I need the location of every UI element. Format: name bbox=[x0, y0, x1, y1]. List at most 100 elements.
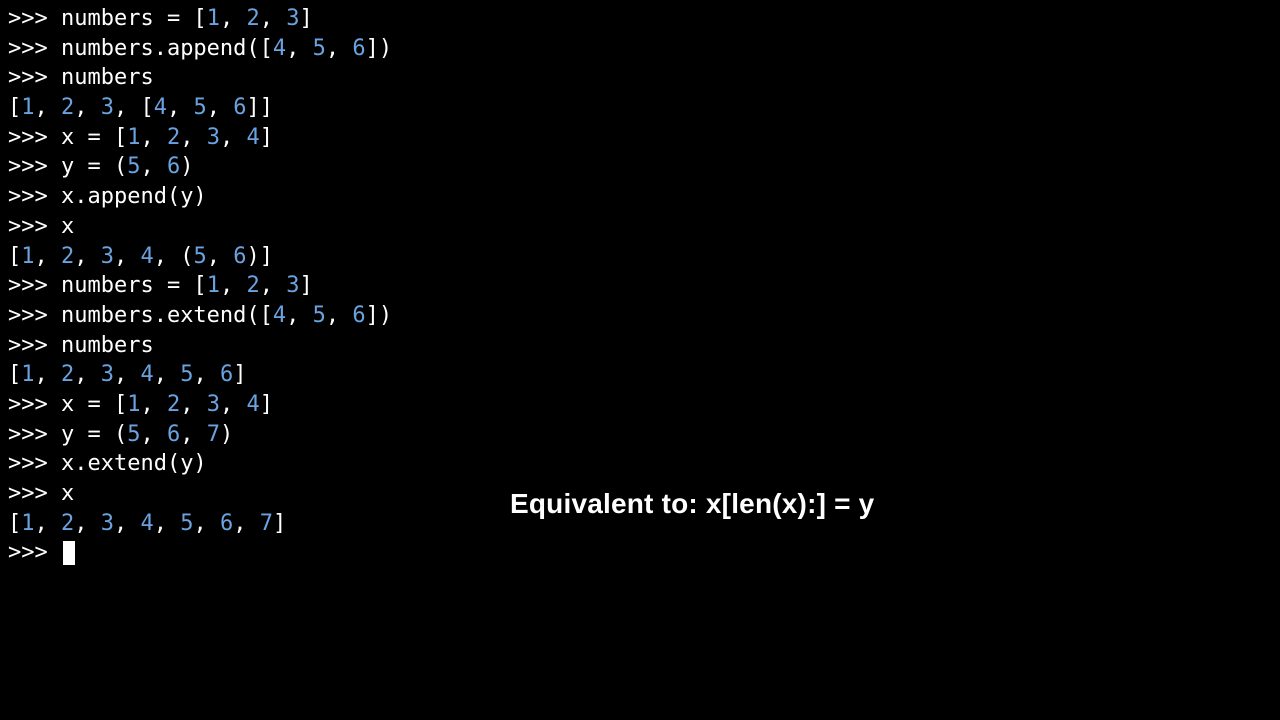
number-literal: 5 bbox=[180, 362, 193, 387]
number-literal: 5 bbox=[127, 154, 140, 179]
repl-prompt: >>> bbox=[8, 125, 61, 150]
repl-output: [1, 2, 3, [4, 5, 6]] bbox=[8, 95, 273, 120]
number-literal: 1 bbox=[21, 244, 34, 269]
number-literal: 1 bbox=[21, 95, 34, 120]
number-literal: 4 bbox=[141, 244, 154, 269]
repl-output: [1, 2, 3, 4, (5, 6)] bbox=[8, 244, 273, 269]
repl-prompt: >>> bbox=[8, 303, 61, 328]
repl-input-line: >>> numbers = [1, 2, 3] bbox=[8, 271, 1272, 301]
repl-input-line: >>> x.extend(y) bbox=[8, 449, 1272, 479]
repl-prompt: >>> bbox=[8, 481, 61, 506]
number-literal: 3 bbox=[286, 273, 299, 298]
repl-code: numbers.append([4, 5, 6]) bbox=[61, 36, 392, 61]
repl-code: numbers.extend([4, 5, 6]) bbox=[61, 303, 392, 328]
number-literal: 4 bbox=[273, 36, 286, 61]
number-literal: 1 bbox=[207, 6, 220, 31]
number-literal: 1 bbox=[21, 362, 34, 387]
repl-output: [1, 2, 3, 4, 5, 6, 7] bbox=[8, 511, 286, 536]
repl-prompt: >>> bbox=[8, 154, 61, 179]
repl-output-line: [1, 2, 3, 4, 5, 6] bbox=[8, 360, 1272, 390]
number-literal: 6 bbox=[233, 244, 246, 269]
repl-code: x = [1, 2, 3, 4] bbox=[61, 392, 273, 417]
number-literal: 6 bbox=[220, 511, 233, 536]
number-literal: 6 bbox=[220, 362, 233, 387]
repl-code: y = (5, 6) bbox=[61, 154, 193, 179]
cursor bbox=[63, 541, 75, 565]
repl-input-line: >>> x = [1, 2, 3, 4] bbox=[8, 123, 1272, 153]
number-literal: 2 bbox=[246, 273, 259, 298]
number-literal: 6 bbox=[167, 154, 180, 179]
repl-output-line: [1, 2, 3, [4, 5, 6]] bbox=[8, 93, 1272, 123]
number-literal: 3 bbox=[207, 392, 220, 417]
repl-input-line: >>> bbox=[8, 538, 1272, 568]
repl-prompt: >>> bbox=[8, 422, 61, 447]
repl-code: x.extend(y) bbox=[61, 451, 207, 476]
repl-code: x bbox=[61, 214, 74, 239]
number-literal: 1 bbox=[127, 125, 140, 150]
number-literal: 5 bbox=[313, 303, 326, 328]
repl-code: x bbox=[61, 481, 74, 506]
number-literal: 2 bbox=[61, 511, 74, 536]
repl-prompt: >>> bbox=[8, 65, 61, 90]
number-literal: 2 bbox=[167, 125, 180, 150]
repl-code: y = (5, 6, 7) bbox=[61, 422, 233, 447]
repl-prompt: >>> bbox=[8, 451, 61, 476]
number-literal: 7 bbox=[260, 511, 273, 536]
repl-prompt: >>> bbox=[8, 540, 61, 565]
repl-input-line: >>> x = [1, 2, 3, 4] bbox=[8, 390, 1272, 420]
number-literal: 4 bbox=[246, 392, 259, 417]
number-literal: 5 bbox=[127, 422, 140, 447]
number-literal: 5 bbox=[194, 244, 207, 269]
repl-prompt: >>> bbox=[8, 214, 61, 239]
repl-code: numbers = [1, 2, 3] bbox=[61, 273, 313, 298]
number-literal: 5 bbox=[313, 36, 326, 61]
number-literal: 4 bbox=[141, 511, 154, 536]
repl-input-line: >>> numbers bbox=[8, 63, 1272, 93]
number-literal: 1 bbox=[21, 511, 34, 536]
repl-prompt: >>> bbox=[8, 333, 61, 358]
number-literal: 3 bbox=[101, 362, 114, 387]
repl-prompt: >>> bbox=[8, 36, 61, 61]
annotation-text: Equivalent to: x[len(x):] = y bbox=[510, 485, 874, 523]
repl-input-line: >>> numbers.extend([4, 5, 6]) bbox=[8, 301, 1272, 331]
number-literal: 5 bbox=[180, 511, 193, 536]
number-literal: 1 bbox=[127, 392, 140, 417]
number-literal: 7 bbox=[207, 422, 220, 447]
number-literal: 4 bbox=[141, 362, 154, 387]
repl-input-line: >>> numbers bbox=[8, 331, 1272, 361]
number-literal: 2 bbox=[61, 95, 74, 120]
repl-input-line: >>> numbers = [1, 2, 3] bbox=[8, 4, 1272, 34]
repl-code: numbers bbox=[61, 333, 154, 358]
repl-input-line: >>> y = (5, 6) bbox=[8, 152, 1272, 182]
number-literal: 6 bbox=[233, 95, 246, 120]
number-literal: 3 bbox=[101, 511, 114, 536]
repl-input-line: >>> x bbox=[8, 212, 1272, 242]
number-literal: 3 bbox=[286, 6, 299, 31]
repl-input-line: >>> y = (5, 6, 7) bbox=[8, 420, 1272, 450]
repl-input-line: >>> numbers.append([4, 5, 6]) bbox=[8, 34, 1272, 64]
repl-code: numbers bbox=[61, 65, 154, 90]
repl-prompt: >>> bbox=[8, 273, 61, 298]
number-literal: 6 bbox=[352, 303, 365, 328]
number-literal: 3 bbox=[101, 244, 114, 269]
number-literal: 2 bbox=[61, 362, 74, 387]
number-literal: 4 bbox=[154, 95, 167, 120]
number-literal: 4 bbox=[246, 125, 259, 150]
number-literal: 6 bbox=[167, 422, 180, 447]
number-literal: 3 bbox=[207, 125, 220, 150]
repl-prompt: >>> bbox=[8, 184, 61, 209]
number-literal: 1 bbox=[207, 273, 220, 298]
repl-code: x = [1, 2, 3, 4] bbox=[61, 125, 273, 150]
number-literal: 3 bbox=[101, 95, 114, 120]
repl-output: [1, 2, 3, 4, 5, 6] bbox=[8, 362, 247, 387]
repl-input-line: >>> x.append(y) bbox=[8, 182, 1272, 212]
number-literal: 2 bbox=[167, 392, 180, 417]
repl-code: x.append(y) bbox=[61, 184, 207, 209]
number-literal: 4 bbox=[273, 303, 286, 328]
repl-prompt: >>> bbox=[8, 6, 61, 31]
repl-output-line: [1, 2, 3, 4, (5, 6)] bbox=[8, 242, 1272, 272]
repl-prompt: >>> bbox=[8, 392, 61, 417]
repl-code: numbers = [1, 2, 3] bbox=[61, 6, 313, 31]
number-literal: 6 bbox=[352, 36, 365, 61]
number-literal: 2 bbox=[61, 244, 74, 269]
